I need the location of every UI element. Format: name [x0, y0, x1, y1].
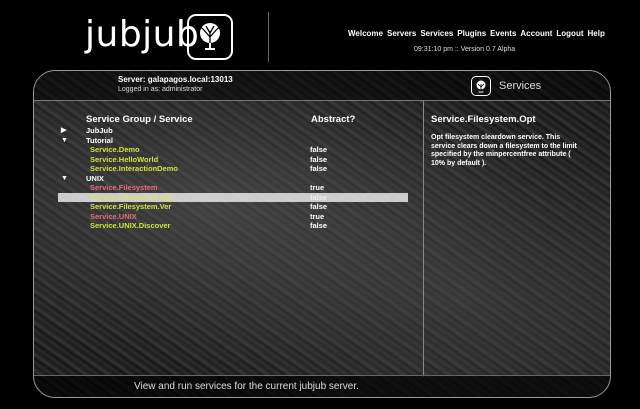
- service-row[interactable]: Service.UNIX.Discover false: [58, 221, 408, 231]
- abstract-value: false: [310, 145, 328, 154]
- service-row[interactable]: Service.Filesystem.Opt false: [58, 192, 408, 203]
- nav-logout[interactable]: Logout: [556, 29, 583, 38]
- service-name[interactable]: Service.UNIX.Discover: [90, 221, 170, 231]
- column-divider: [423, 101, 424, 377]
- abstract-value: false: [310, 154, 328, 164]
- service-row[interactable]: Service.Filesystem true: [58, 183, 408, 193]
- panel-header: Server: galapagos.local:13013 Logged in …: [34, 71, 610, 101]
- abstract-value: true: [310, 211, 325, 221]
- version-info: 09:31:10 pm :: Version 0.7 Alpha: [414, 46, 516, 53]
- service-name[interactable]: Service.InteractionDemo: [90, 164, 178, 174]
- logged-in-label: Logged in as: administrator: [118, 86, 203, 93]
- collapse-triangle-icon[interactable]: ▼: [61, 136, 68, 146]
- footer-bar: View and run services for the current ju…: [34, 375, 610, 397]
- service-name[interactable]: Service.HelloWorld: [90, 155, 158, 165]
- nav-help[interactable]: Help: [588, 29, 605, 38]
- service-row[interactable]: Service.Filesystem.Ver false: [58, 202, 408, 212]
- group-row[interactable]: ▶ JubJub: [58, 126, 408, 136]
- footer-text: View and run services for the current ju…: [134, 381, 359, 392]
- service-name[interactable]: Service.Filesystem.Ver: [90, 202, 171, 212]
- section-heading: Services: [471, 76, 541, 96]
- column-header-abstract: Abstract?: [311, 114, 356, 125]
- group-name[interactable]: Tutorial: [86, 136, 113, 146]
- top-nav: Welcome Servers Services Plugins Events …: [348, 29, 605, 38]
- nav-servers[interactable]: Servers: [387, 29, 416, 38]
- column-header-service: Service Group / Service: [86, 114, 193, 125]
- collapse-triangle-icon[interactable]: ▼: [61, 174, 68, 184]
- abstract-value: false: [310, 221, 328, 230]
- service-tree: ▶ JubJub ▼ Tutorial Service.Demo false Service…: [58, 126, 408, 231]
- group-name[interactable]: UNIX: [86, 174, 104, 184]
- service-name[interactable]: Service.UNIX: [90, 212, 137, 222]
- detail-description: Opt filesystem cleardown service. This s…: [431, 134, 577, 167]
- abstract-value: false: [310, 202, 328, 211]
- detail-title: Service.Filesystem.Opt: [431, 114, 536, 125]
- server-label: Server: galapagos.local:13013: [118, 75, 233, 84]
- app-logo-text[interactable]: jubjub: [85, 14, 199, 55]
- group-row[interactable]: ▼ UNIX: [58, 174, 408, 184]
- service-row[interactable]: Service.Demo false: [58, 145, 408, 155]
- tree-logo-icon[interactable]: [187, 14, 233, 60]
- nav-account[interactable]: Account: [520, 29, 552, 38]
- service-name[interactable]: Service.Filesystem: [90, 183, 158, 193]
- abstract-value: false: [310, 164, 328, 173]
- group-name[interactable]: JubJub: [86, 126, 113, 136]
- tree-services-icon: [471, 76, 491, 96]
- header-divider: [268, 12, 269, 62]
- service-row[interactable]: Service.UNIX true: [58, 212, 408, 222]
- abstract-value: false: [310, 192, 328, 202]
- nav-welcome[interactable]: Welcome: [348, 29, 383, 38]
- service-row[interactable]: Service.InteractionDemo false: [58, 164, 408, 174]
- service-name[interactable]: Service.Filesystem.Opt: [90, 193, 173, 203]
- abstract-value: true: [310, 183, 325, 192]
- nav-events[interactable]: Events: [490, 29, 516, 38]
- services-panel: Server: galapagos.local:13013 Logged in …: [33, 70, 611, 398]
- group-row[interactable]: ▼ Tutorial: [58, 136, 408, 146]
- section-title: Services: [499, 80, 542, 92]
- service-row[interactable]: Service.HelloWorld false: [58, 155, 408, 165]
- nav-plugins[interactable]: Plugins: [457, 29, 486, 38]
- service-name[interactable]: Service.Demo: [90, 145, 140, 155]
- nav-services[interactable]: Services: [420, 29, 453, 38]
- expand-triangle-icon[interactable]: ▶: [61, 126, 66, 136]
